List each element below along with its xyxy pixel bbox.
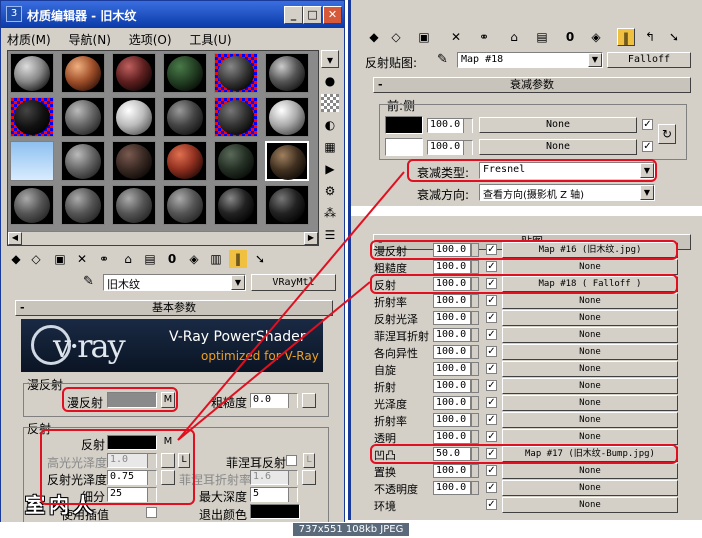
arrow-line-to-falloff — [177, 171, 405, 441]
arrow-line-to-reflect — [177, 281, 371, 441]
image-caption: 737x551 108kb JPEG — [0, 522, 702, 538]
image-caption-text: 737x551 108kb JPEG — [292, 523, 410, 536]
annotation-arrows — [177, 171, 405, 441]
